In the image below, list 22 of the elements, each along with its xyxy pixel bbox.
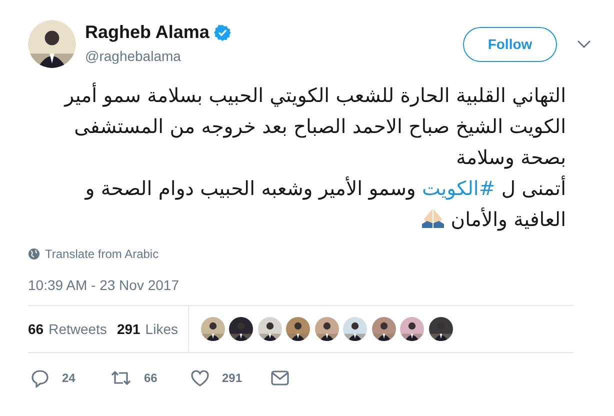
action-count: 66 <box>144 371 158 385</box>
author-name[interactable]: Ragheb Alama <box>85 22 210 43</box>
envelope-icon[interactable] <box>270 369 290 387</box>
follow-button[interactable]: Follow <box>463 26 557 62</box>
hashtag-link[interactable]: #الكويت <box>422 177 496 200</box>
globe-icon <box>28 248 40 260</box>
tweet-text: التهاني القلبية الحارة للشعب الكويتي الحبيب بسلامة سمو أمير الكويت الشيخ صباح الاحمد الصباح بعد خروجه من المستشفى بصحة وسلامة <box>62 82 566 171</box>
praying-hands-icon <box>420 207 445 229</box>
heart-icon[interactable] <box>190 368 210 388</box>
retweet-icon[interactable] <box>110 368 132 388</box>
tweet-text: أتمنى ل #الكويت وسمو الأمير وشعبه الحبيب دوام الصحة و العافية والأمان <box>84 174 566 233</box>
action-count: 24 <box>62 371 76 385</box>
author-handle[interactable]: @raghebalama <box>85 48 181 64</box>
stat-count[interactable]: 291 <box>116 321 140 337</box>
translate-link[interactable]: Translate from Arabic <box>45 247 159 261</box>
chevron-down-icon[interactable] <box>577 40 591 48</box>
tweet-timestamp[interactable]: 10:39 AM - 23 Nov 2017 <box>28 277 574 293</box>
stat-count[interactable]: 66 <box>28 321 44 337</box>
action-count: 291 <box>222 371 242 385</box>
stat-label[interactable]: Likes <box>145 321 178 337</box>
reply-icon[interactable] <box>30 368 50 388</box>
stat-label[interactable]: Retweets <box>48 321 107 337</box>
